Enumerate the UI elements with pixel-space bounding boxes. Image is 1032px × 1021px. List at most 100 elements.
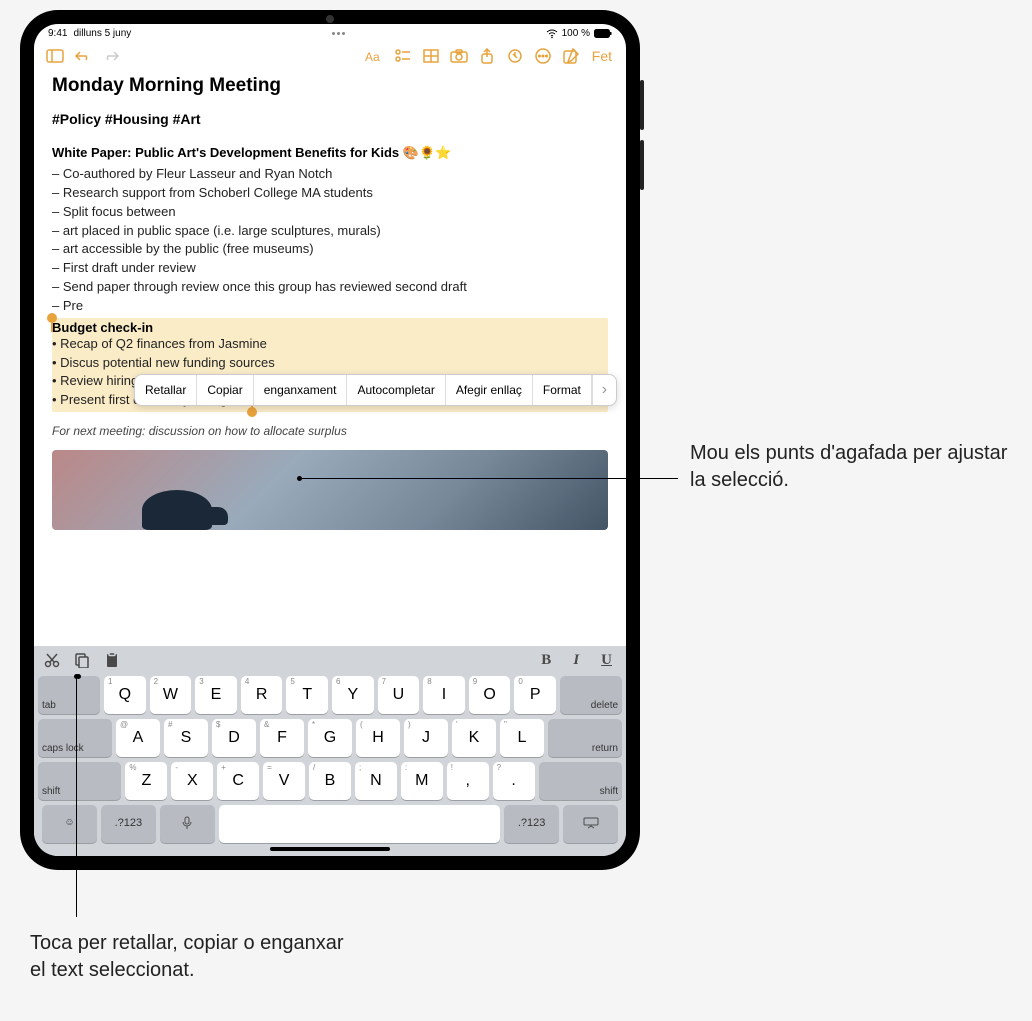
bold-button[interactable]: B — [535, 652, 557, 669]
front-camera — [326, 15, 334, 23]
text-format-icon[interactable]: Aa — [364, 45, 386, 67]
ipad-device-frame: 9:41 dilluns 5 juny 100 % Aa Fet — [20, 10, 640, 870]
key-d[interactable]: $D — [212, 719, 256, 757]
selection-line[interactable]: • Recap of Q2 finances from Jasmine — [52, 335, 608, 354]
selection-line[interactable]: • Discus potential new funding sources — [52, 354, 608, 373]
context-paste[interactable]: enganxament — [254, 375, 348, 405]
key-b[interactable]: /B — [309, 762, 351, 800]
more-icon[interactable] — [532, 45, 554, 67]
key-y[interactable]: 6Y — [332, 676, 374, 714]
key-period[interactable]: ?. — [493, 762, 535, 800]
key-delete[interactable]: delete — [560, 676, 622, 714]
key-shift-left[interactable]: shift — [38, 762, 121, 800]
key-f[interactable]: &F — [260, 719, 304, 757]
key-r[interactable]: 4R — [241, 676, 283, 714]
key-hide-keyboard[interactable] — [563, 805, 618, 843]
context-format[interactable]: Format — [533, 375, 592, 405]
note-footer-line[interactable]: For next meeting: discussion on how to a… — [52, 424, 608, 438]
underline-button[interactable]: U — [595, 652, 618, 669]
status-time: 9:41 — [48, 28, 67, 39]
battery-icon — [594, 29, 612, 38]
callout-selection-handles: Mou els punts d'agafada per ajustar la s… — [690, 440, 1020, 494]
share-icon[interactable] — [476, 45, 498, 67]
camera-icon[interactable] — [448, 45, 470, 67]
paste-icon[interactable] — [102, 650, 122, 670]
note-line[interactable]: – Pre — [52, 297, 608, 316]
note-subtitle[interactable]: White Paper: Public Art's Development Be… — [52, 145, 608, 161]
key-t[interactable]: 5T — [286, 676, 328, 714]
key-p[interactable]: 0P — [514, 676, 556, 714]
volume-up-button[interactable] — [640, 80, 644, 130]
wifi-icon — [546, 29, 558, 39]
key-w[interactable]: 2W — [150, 676, 192, 714]
multitask-ellipsis-icon[interactable] — [327, 32, 349, 35]
key-i[interactable]: 8I — [423, 676, 465, 714]
note-line[interactable]: – Send paper through review once this gr… — [52, 278, 608, 297]
key-z[interactable]: %Z — [125, 762, 167, 800]
battery-percent: 100 % — [562, 28, 590, 39]
key-v[interactable]: =V — [263, 762, 305, 800]
note-line[interactable]: – Split focus between — [52, 203, 608, 222]
note-line[interactable]: – art placed in public space (i.e. large… — [52, 222, 608, 241]
context-more-icon[interactable]: › — [592, 375, 616, 405]
cut-icon[interactable] — [42, 650, 62, 670]
note-line[interactable]: – First draft under review — [52, 259, 608, 278]
key-shift-right[interactable]: shift — [539, 762, 622, 800]
table-icon[interactable] — [420, 45, 442, 67]
key-x[interactable]: -X — [171, 762, 213, 800]
context-copy[interactable]: Copiar — [197, 375, 253, 405]
key-a[interactable]: @A — [116, 719, 160, 757]
key-o[interactable]: 9O — [469, 676, 511, 714]
context-autocomplete[interactable]: Autocompletar — [347, 375, 445, 405]
markup-icon[interactable] — [504, 45, 526, 67]
note-line[interactable]: – art accessible by the public (free mus… — [52, 240, 608, 259]
context-cut[interactable]: Retallar — [135, 375, 197, 405]
key-space[interactable] — [219, 805, 500, 843]
copy-icon[interactable] — [72, 650, 92, 670]
key-l[interactable]: "L — [500, 719, 544, 757]
undo-icon[interactable] — [72, 45, 94, 67]
key-m[interactable]: :M — [401, 762, 443, 800]
key-comma[interactable]: !, — [447, 762, 489, 800]
redo-icon[interactable] — [100, 45, 122, 67]
key-numbers-left[interactable]: .?123 — [101, 805, 156, 843]
keyboard-row-2: caps lock @A #S $D &F *G (H )J 'K "L ret… — [38, 719, 622, 757]
done-button[interactable]: Fet — [588, 48, 616, 64]
new-note-icon[interactable] — [560, 45, 582, 67]
selection-heading[interactable]: Budget check-in — [52, 320, 608, 335]
key-emoji[interactable]: ☺ — [42, 805, 97, 843]
key-q[interactable]: 1Q — [104, 676, 146, 714]
note-body[interactable]: Monday Morning Meeting #Policy #Housing … — [34, 75, 626, 646]
note-line[interactable]: – Research support from Schoberl College… — [52, 184, 608, 203]
key-return[interactable]: return — [548, 719, 622, 757]
key-n[interactable]: ;N — [355, 762, 397, 800]
key-c[interactable]: +C — [217, 762, 259, 800]
key-s[interactable]: #S — [164, 719, 208, 757]
key-e[interactable]: 3E — [195, 676, 237, 714]
callout-toolbar-cutcopypaste: Toca per retallar, copiar o enganxar el … — [30, 930, 360, 984]
volume-down-button[interactable] — [640, 140, 644, 190]
notes-toolbar: Aa Fet — [34, 41, 626, 75]
key-j[interactable]: )J — [404, 719, 448, 757]
note-image[interactable] — [52, 450, 608, 530]
selection-handle-end[interactable] — [247, 407, 257, 417]
key-g[interactable]: *G — [308, 719, 352, 757]
keyboard-toolbar: B I U — [34, 646, 626, 674]
note-line[interactable]: – Co-authored by Fleur Lasseur and Ryan … — [52, 165, 608, 184]
selection-handle-start[interactable] — [47, 313, 57, 323]
key-h[interactable]: (H — [356, 719, 400, 757]
key-u[interactable]: 7U — [378, 676, 420, 714]
key-dictation[interactable] — [160, 805, 215, 843]
sidebar-toggle-icon[interactable] — [44, 45, 66, 67]
checklist-icon[interactable] — [392, 45, 414, 67]
context-add-link[interactable]: Afegir enllaç — [446, 375, 533, 405]
home-indicator[interactable] — [270, 847, 390, 851]
note-tags[interactable]: #Policy #Housing #Art — [52, 111, 608, 127]
key-k[interactable]: 'K — [452, 719, 496, 757]
key-capslock[interactable]: caps lock — [38, 719, 112, 757]
key-numbers-right[interactable]: .?123 — [504, 805, 559, 843]
keyboard-row-3: shift %Z -X +C =V /B ;N :M !, ?. shift — [38, 762, 622, 800]
note-title[interactable]: Monday Morning Meeting — [52, 75, 608, 97]
key-tab[interactable]: tab — [38, 676, 100, 714]
italic-button[interactable]: I — [567, 652, 585, 669]
